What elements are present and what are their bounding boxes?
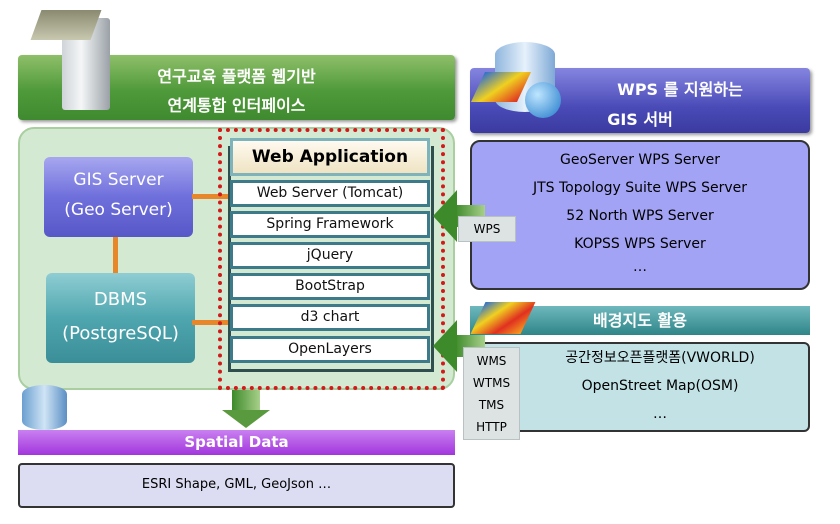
- down-arrow-head: [222, 410, 270, 428]
- down-arrow: [232, 390, 260, 412]
- protocol-item: WTMS: [472, 376, 511, 390]
- wps-server-item: 52 North WPS Server: [566, 208, 714, 224]
- gis-server-label: GIS Server: [73, 170, 164, 190]
- basemap-source-list: 공간정보오픈플랫폼(VWORLD) OpenStreet Map(OSM) …: [470, 342, 810, 432]
- spatial-data-header: Spatial Data: [18, 430, 455, 455]
- wps-server-item: …: [633, 259, 647, 275]
- gis-dbms-arrow: [113, 237, 118, 273]
- spatial-formats: ESRI Shape, GML, GeoJson …: [18, 463, 455, 508]
- protocol-item: TMS: [478, 398, 505, 412]
- wps-server-item: GeoServer WPS Server: [560, 152, 720, 168]
- protocol-item: HTTP: [476, 420, 507, 434]
- map-sheets-icon: [30, 10, 102, 40]
- basemap-source-item: OpenStreet Map(OSM): [581, 378, 739, 394]
- web-app-boundary: [218, 128, 445, 390]
- dbms-label: DBMS: [93, 289, 148, 310]
- wps-server-list: GeoServer WPS Server JTS Topology Suite …: [470, 140, 810, 290]
- basemap-source-item: …: [653, 406, 667, 422]
- basemap-arrow-head: [433, 320, 457, 372]
- gis-server-box: GIS Server (Geo Server): [44, 157, 193, 237]
- wps-server-item: KOPSS WPS Server: [574, 236, 706, 252]
- wps-server-item: JTS Topology Suite WPS Server: [532, 180, 748, 196]
- dbms-box: DBMS (PostgreSQL): [46, 273, 195, 363]
- basemap-source-item: 공간정보오픈플랫폼(VWORLD): [565, 350, 755, 366]
- gis-server-sublabel: (Geo Server): [64, 200, 173, 220]
- dbms-sublabel: (PostgreSQL): [62, 323, 179, 344]
- protocol-item: WMS: [476, 354, 507, 368]
- wps-arrow-head: [433, 190, 457, 242]
- globe-icon: [525, 82, 561, 118]
- database-icon: [22, 385, 67, 430]
- wps-protocol-label: WPS: [458, 216, 516, 242]
- basemap-protocol-label: WMS WTMS TMS HTTP: [463, 347, 520, 440]
